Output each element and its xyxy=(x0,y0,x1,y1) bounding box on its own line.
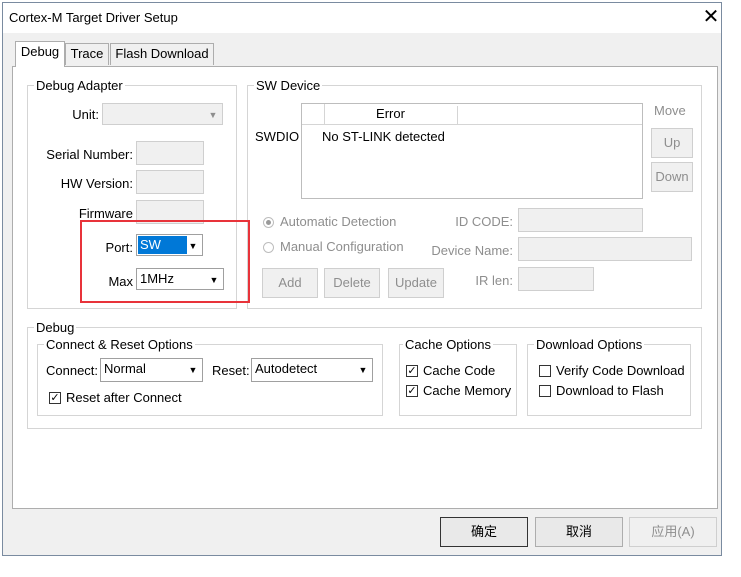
cancel-button-label: 取消 xyxy=(565,524,592,539)
serial-number-field xyxy=(136,141,204,165)
ok-button[interactable]: 确定 xyxy=(440,517,528,547)
delete-button-label: Delete xyxy=(333,275,371,290)
move-up-button[interactable]: Up xyxy=(651,128,693,158)
hw-version-field xyxy=(136,170,204,194)
close-icon[interactable]: ✕ xyxy=(701,6,721,28)
reset-label: Reset: xyxy=(212,363,250,378)
table-header-error: Error xyxy=(324,106,458,124)
cache-memory-checkbox[interactable]: ✓ xyxy=(406,385,418,397)
download-to-flash-checkbox[interactable] xyxy=(539,385,551,397)
automatic-detection-label: Automatic Detection xyxy=(280,214,397,229)
table-header: Error xyxy=(302,104,642,125)
automatic-detection-radio[interactable] xyxy=(263,217,274,228)
tab-flash-download[interactable]: Flash Download xyxy=(110,43,214,65)
update-button-label: Update xyxy=(395,275,437,290)
reset-select[interactable]: Autodetect ▼ xyxy=(251,358,373,382)
cache-options-title: Cache Options xyxy=(403,337,493,352)
cache-memory-label: Cache Memory xyxy=(423,383,512,398)
download-to-flash-label: Download to Flash xyxy=(556,383,664,398)
unit-select[interactable]: ▼ xyxy=(102,103,223,125)
manual-configuration-radio[interactable] xyxy=(263,242,274,253)
window-title: Cortex-M Target Driver Setup xyxy=(9,10,178,25)
manual-configuration-label: Manual Configuration xyxy=(280,239,404,254)
tab-trace-label: Trace xyxy=(70,46,104,61)
cache-code-checkbox[interactable]: ✓ xyxy=(406,365,418,377)
ir-len-field[interactable] xyxy=(518,267,594,291)
debug-group-title: Debug xyxy=(34,320,77,335)
tab-debug-label: Debug xyxy=(20,44,60,59)
sw-device-title: SW Device xyxy=(254,78,323,93)
verify-code-download-label: Verify Code Download xyxy=(556,363,685,378)
reset-after-connect-checkbox[interactable]: ✓ xyxy=(49,392,61,404)
connect-select[interactable]: Normal ▼ xyxy=(100,358,203,382)
unit-label: Unit: xyxy=(72,107,99,122)
device-name-field[interactable] xyxy=(518,237,692,261)
move-label: Move xyxy=(654,103,686,118)
download-options-title: Download Options xyxy=(534,337,645,352)
checkmark-icon: ✓ xyxy=(407,385,417,397)
sw-device-table[interactable]: Error No ST-LINK detected xyxy=(301,103,643,199)
download-options-group xyxy=(527,344,691,416)
reset-value: Autodetect xyxy=(255,361,318,376)
chevron-down-icon: ▼ xyxy=(358,365,368,375)
tab-debug[interactable]: Debug xyxy=(15,41,65,67)
table-header-blank xyxy=(302,104,325,124)
reset-after-connect-label: Reset after Connect xyxy=(66,390,182,405)
checkmark-icon: ✓ xyxy=(407,365,417,377)
add-button[interactable]: Add xyxy=(262,268,318,298)
table-row-value: No ST-LINK detected xyxy=(322,129,445,144)
cache-code-label: Cache Code xyxy=(423,363,496,378)
ok-button-label: 确定 xyxy=(470,524,497,539)
move-down-label: Down xyxy=(655,169,689,184)
chevron-down-icon: ▼ xyxy=(188,365,198,375)
connect-value: Normal xyxy=(104,361,146,376)
apply-button-label: 应用(A) xyxy=(651,524,695,539)
debug-adapter-title: Debug Adapter xyxy=(34,78,125,93)
move-down-button[interactable]: Down xyxy=(651,162,693,192)
device-name-label: Device Name: xyxy=(431,243,513,258)
cache-options-group xyxy=(399,344,517,416)
add-button-label: Add xyxy=(278,275,302,290)
annotation-highlight-box xyxy=(80,220,250,303)
connect-label: Connect: xyxy=(46,363,99,378)
serial-number-label: Serial Number: xyxy=(46,147,133,162)
cancel-button[interactable]: 取消 xyxy=(535,517,623,547)
hw-version-label: HW Version: xyxy=(60,176,133,191)
ir-len-label: IR len: xyxy=(475,273,513,288)
move-up-label: Up xyxy=(663,135,681,150)
tab-flash-download-label: Flash Download xyxy=(115,46,209,61)
swdio-label: SWDIO xyxy=(255,129,300,144)
apply-button[interactable]: 应用(A) xyxy=(629,517,717,547)
connect-reset-title: Connect & Reset Options xyxy=(44,337,195,352)
update-button[interactable]: Update xyxy=(388,268,444,298)
verify-code-download-checkbox[interactable] xyxy=(539,365,551,377)
id-code-field[interactable] xyxy=(518,208,643,232)
id-code-label: ID CODE: xyxy=(455,214,513,229)
delete-button[interactable]: Delete xyxy=(324,268,380,298)
chevron-down-icon: ▼ xyxy=(208,110,218,120)
title-bar: Cortex-M Target Driver Setup ✕ xyxy=(3,3,721,33)
checkmark-icon: ✓ xyxy=(50,392,60,404)
tab-trace[interactable]: Trace xyxy=(65,43,109,65)
